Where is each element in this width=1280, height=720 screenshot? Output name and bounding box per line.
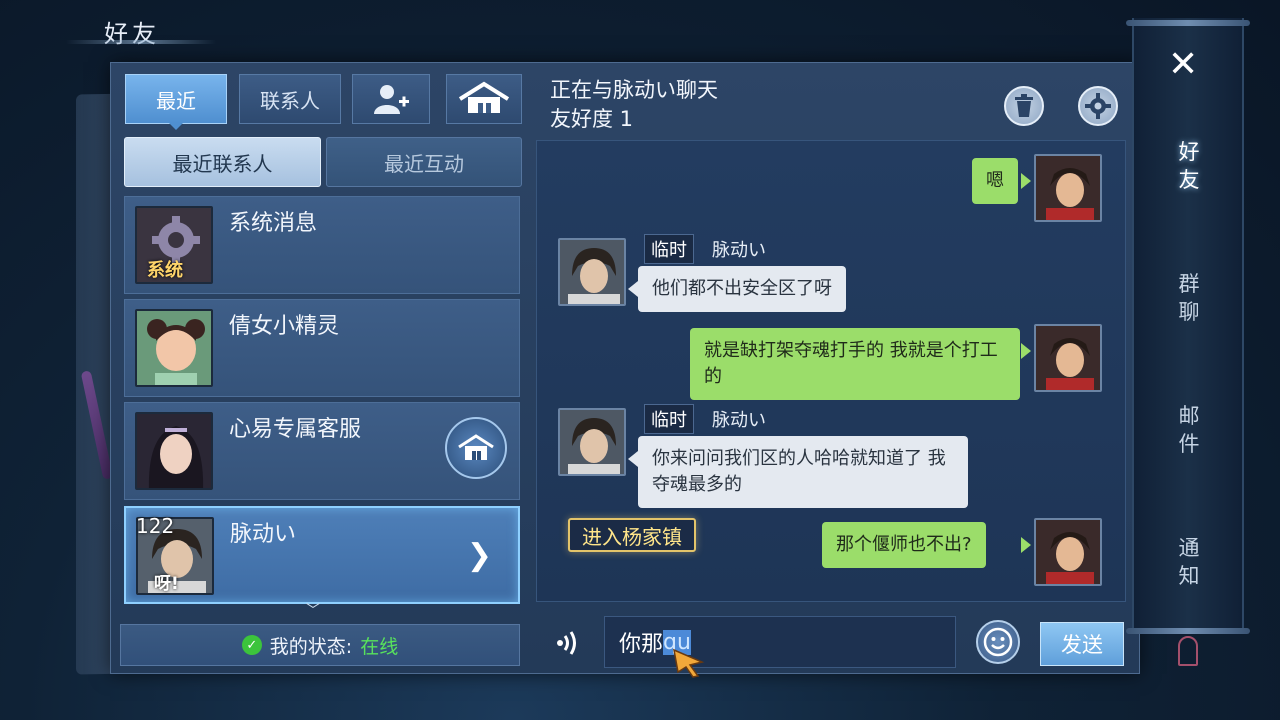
home-icon xyxy=(458,434,494,460)
contact-item-system[interactable]: 系统 系统消息 xyxy=(124,196,520,294)
partner-avatar[interactable] xyxy=(558,408,626,476)
my-message-bubble[interactable]: 就是缺打架夺魂打手的 我就是个打工的 xyxy=(690,328,1020,400)
home-button[interactable] xyxy=(446,74,522,124)
service-avatar xyxy=(137,414,211,488)
delete-chat-button[interactable] xyxy=(1004,86,1044,126)
send-button[interactable]: 发送 xyxy=(1040,622,1124,666)
title-decoration xyxy=(66,40,216,44)
partner-avatar[interactable] xyxy=(558,238,626,306)
status-value: 在线 xyxy=(360,635,399,658)
trash-icon xyxy=(1015,94,1033,117)
scroll-rod-top xyxy=(1126,20,1250,26)
avatar-label: 系统 xyxy=(147,260,183,281)
my-message-bubble[interactable]: 那个偃师也不出? xyxy=(822,522,986,568)
message-input[interactable]: 你那 qu xyxy=(604,616,956,668)
voice-icon xyxy=(557,631,576,655)
bubble-tail xyxy=(1021,537,1031,553)
gear-icon xyxy=(1085,93,1111,119)
sprite-girl-avatar xyxy=(137,311,211,385)
visit-home-button[interactable] xyxy=(445,417,507,479)
avatar xyxy=(135,412,213,490)
sender-name: 脉动い xyxy=(712,410,766,431)
my-avatar-image xyxy=(1036,156,1100,220)
avatar-label: 呀! xyxy=(154,574,179,594)
tab-recent[interactable]: 最近 xyxy=(125,74,227,124)
bubble-tail xyxy=(1021,173,1031,189)
status-label: 我的状态: xyxy=(269,635,353,658)
tassel-decoration xyxy=(1178,636,1198,666)
partner-avatar-image xyxy=(560,410,624,474)
contact-name: 脉动い xyxy=(230,522,297,547)
chevron-right-icon: ❯ xyxy=(466,538,492,573)
sender-name: 脉动い xyxy=(712,240,766,261)
bubble-tail xyxy=(628,451,638,467)
contact-name: 系统消息 xyxy=(229,211,318,236)
my-avatar[interactable] xyxy=(1034,518,1102,586)
add-friend-icon xyxy=(374,85,409,114)
emoji-button[interactable] xyxy=(976,620,1020,664)
partner-avatar-image xyxy=(560,240,624,304)
my-avatar[interactable] xyxy=(1034,324,1102,392)
tab-contacts[interactable]: 联系人 xyxy=(239,74,341,124)
temporary-tag: 临时 xyxy=(644,404,694,434)
my-message-bubble[interactable]: 嗯 xyxy=(972,158,1018,204)
bubble-tail xyxy=(628,281,638,297)
my-avatar[interactable] xyxy=(1034,154,1102,222)
add-friend-button[interactable] xyxy=(352,74,430,124)
home-icon xyxy=(458,81,510,113)
voice-input-button[interactable] xyxy=(554,628,582,658)
level-badge: 122 xyxy=(136,514,175,538)
contact-item-selected[interactable]: 呀! 122 脉动い ❯ xyxy=(124,506,520,604)
my-avatar-image xyxy=(1036,326,1100,390)
side-nav-notifications[interactable]: 通知 xyxy=(1174,534,1204,590)
close-icon[interactable]: ✕ xyxy=(1168,44,1198,85)
avatar xyxy=(135,309,213,387)
side-nav-friends[interactable]: 好友 xyxy=(1174,138,1204,194)
subtab-recent-contacts[interactable]: 最近联系人 xyxy=(124,137,321,187)
contact-item-customer-service[interactable]: 心易专属客服 xyxy=(124,402,520,500)
contact-name: 心易专属客服 xyxy=(229,417,362,442)
bubble-tail xyxy=(1021,343,1031,359)
location-link[interactable]: 进入杨家镇 xyxy=(568,518,696,552)
chat-settings-button[interactable] xyxy=(1078,86,1118,126)
partner-message-bubble[interactable]: 他们都不出安全区了呀 xyxy=(638,266,846,312)
scroll-rod-bottom xyxy=(1126,628,1250,634)
temporary-tag: 临时 xyxy=(644,234,694,264)
chat-partner-line: 正在与脉动い聊天 xyxy=(550,78,718,102)
avatar: 系统 xyxy=(135,206,213,284)
my-avatar-image xyxy=(1036,520,1100,584)
partner-message-bubble[interactable]: 你来问问我们区的人哈哈就知道了 我夺魂最多的 xyxy=(638,436,968,508)
contact-name: 倩女小精灵 xyxy=(229,314,340,339)
cursor-icon xyxy=(672,648,706,682)
side-nav-mail[interactable]: 邮件 xyxy=(1174,402,1204,458)
active-tab-indicator xyxy=(168,122,184,130)
input-text: 你那 xyxy=(619,632,664,657)
side-nav-group-chat[interactable]: 群聊 xyxy=(1174,270,1204,326)
contact-item-sprite[interactable]: 倩女小精灵 xyxy=(124,299,520,397)
chevron-down-icon[interactable]: ﹀ xyxy=(306,600,320,620)
friendship-level: 友好度 1 xyxy=(550,107,634,131)
check-icon: ✓ xyxy=(241,635,262,655)
smiley-icon xyxy=(983,627,1013,657)
my-status-bar[interactable]: ✓ 我的状态: 在线 xyxy=(120,624,520,666)
chat-header: 正在与脉动い聊天 友好度 1 xyxy=(550,76,718,134)
subtab-recent-interactions[interactable]: 最近互动 xyxy=(326,137,522,187)
